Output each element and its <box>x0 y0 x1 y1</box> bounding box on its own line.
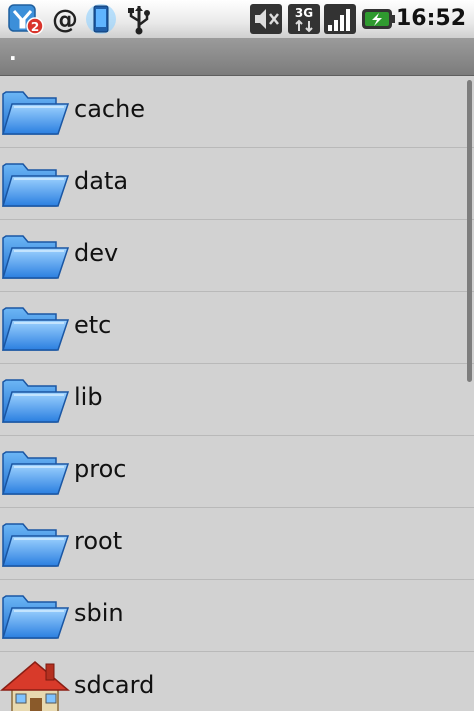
folder-icon <box>0 82 70 142</box>
file-name-label: lib <box>74 383 103 411</box>
scrollbar[interactable] <box>467 80 472 382</box>
network-type-label: 3G <box>295 6 313 20</box>
file-name-label: dev <box>74 239 119 267</box>
current-path: . <box>9 41 17 65</box>
file-list-item[interactable]: cache <box>0 76 474 148</box>
file-list-item[interactable]: sbin <box>0 580 474 652</box>
battery-icon <box>360 3 396 35</box>
status-time: 16:52 <box>395 6 466 31</box>
folder-icon <box>0 298 70 358</box>
file-list-item[interactable]: proc <box>0 436 474 508</box>
folder-icon <box>0 226 70 286</box>
file-list[interactable]: cache data dev etc lib proc root sbin sd… <box>0 76 474 711</box>
file-name-label: sdcard <box>74 671 155 699</box>
file-list-item[interactable]: sdcard <box>0 652 474 711</box>
home-icon <box>0 658 71 711</box>
folder-icon <box>0 514 70 574</box>
signal-icon <box>324 3 356 35</box>
folder-icon <box>0 154 70 214</box>
file-list-item[interactable]: root <box>0 508 474 580</box>
folder-icon <box>0 586 70 646</box>
svg-text:@: @ <box>52 5 78 35</box>
app-notification-icon[interactable]: 2 <box>8 3 44 35</box>
file-name-label: proc <box>74 455 127 483</box>
mute-icon <box>250 3 282 35</box>
path-bar: . <box>0 39 474 76</box>
file-list-item[interactable]: lib <box>0 364 474 436</box>
file-name-label: etc <box>74 311 112 339</box>
file-name-label: sbin <box>74 599 124 627</box>
status-bar: 2 @ 3G 16:52 <box>0 0 474 39</box>
file-name-label: cache <box>74 95 146 123</box>
usb-icon[interactable] <box>124 3 154 35</box>
email-icon[interactable]: @ <box>50 3 80 35</box>
notification-badge-count: 2 <box>31 20 39 34</box>
data-sync-icon[interactable] <box>84 3 118 35</box>
file-list-item[interactable]: data <box>0 148 474 220</box>
file-list-item[interactable]: etc <box>0 292 474 364</box>
file-name-label: data <box>74 167 129 195</box>
file-name-label: root <box>74 527 123 555</box>
folder-icon <box>0 442 70 502</box>
file-list-item[interactable]: dev <box>0 220 474 292</box>
network-3g-icon: 3G <box>288 3 320 35</box>
folder-icon <box>0 370 70 430</box>
